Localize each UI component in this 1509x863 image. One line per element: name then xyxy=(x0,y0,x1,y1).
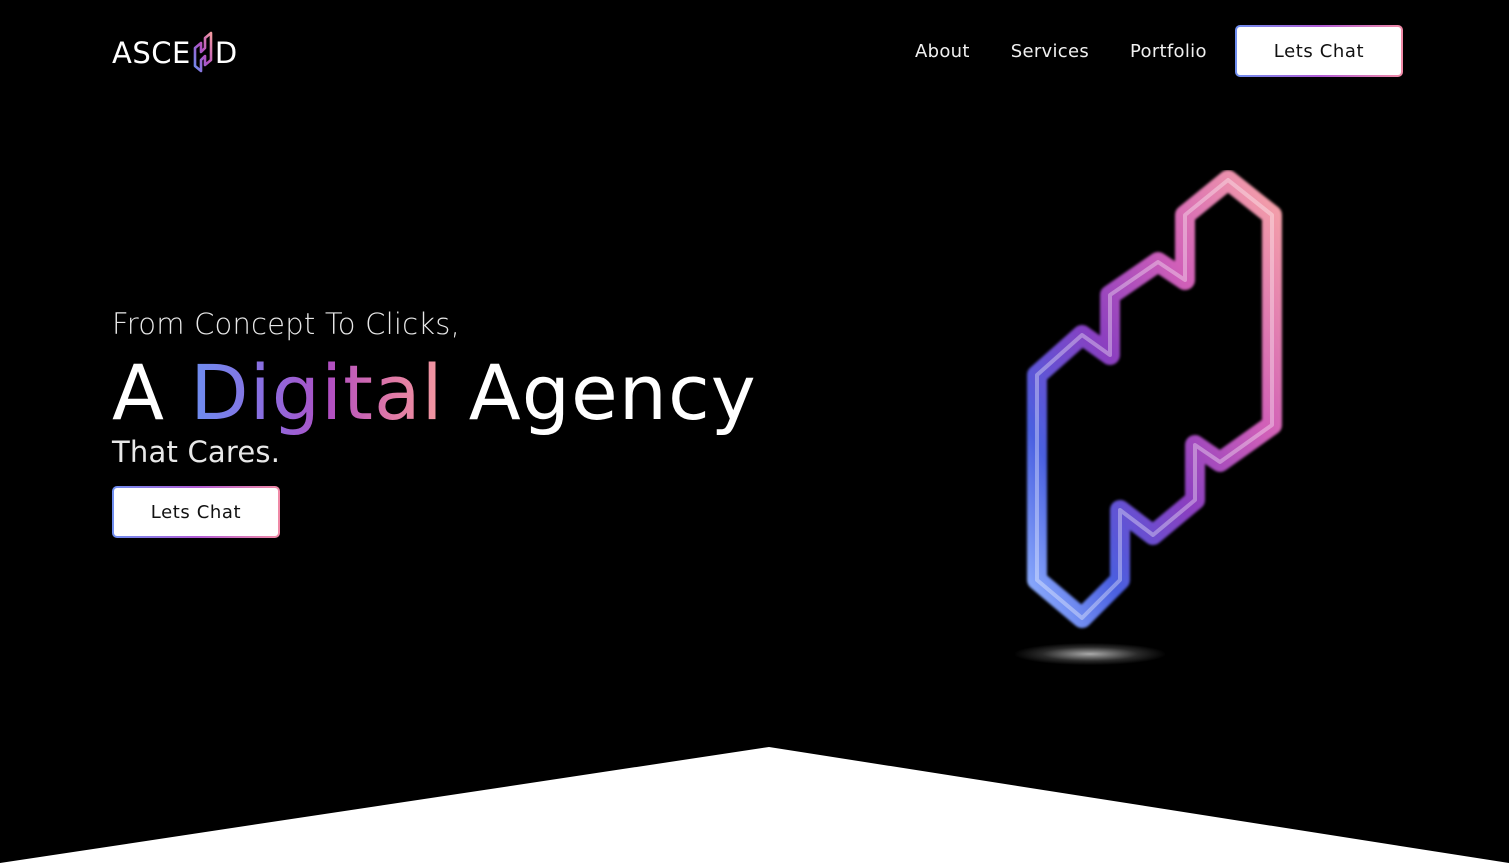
hero-title-prefix: A xyxy=(112,348,191,437)
top-navbar: ASCE D About Services Portfolio Lets Cha… xyxy=(0,0,1509,104)
hero-title: A Digital Agency xyxy=(112,348,757,438)
3d-logo-mark-icon xyxy=(1027,170,1282,628)
hero-tagline-line1: From Concept To Clicks, xyxy=(112,307,460,341)
ascend-n-logo-icon xyxy=(193,31,213,73)
lets-chat-hero-button[interactable]: Lets Chat xyxy=(112,486,280,538)
brand-name-right: D xyxy=(214,36,238,70)
logo-floor-shadow xyxy=(1015,643,1165,665)
hero-title-suffix: Agency xyxy=(443,348,757,437)
brand-name-left: ASCE xyxy=(112,36,191,70)
lets-chat-nav-button[interactable]: Lets Chat xyxy=(1235,25,1403,77)
hero-tagline-line3: That Cares. xyxy=(112,435,281,469)
brand-logo[interactable]: ASCE D xyxy=(112,30,238,76)
nav-link-about[interactable]: About xyxy=(915,40,970,64)
nav-link-portfolio[interactable]: Portfolio xyxy=(1130,40,1207,64)
nav-links: About Services Portfolio xyxy=(915,40,1207,64)
bottom-section-divider xyxy=(0,747,1509,863)
hero-title-highlight: Digital xyxy=(190,348,444,437)
nav-link-services[interactable]: Services xyxy=(1011,40,1089,64)
